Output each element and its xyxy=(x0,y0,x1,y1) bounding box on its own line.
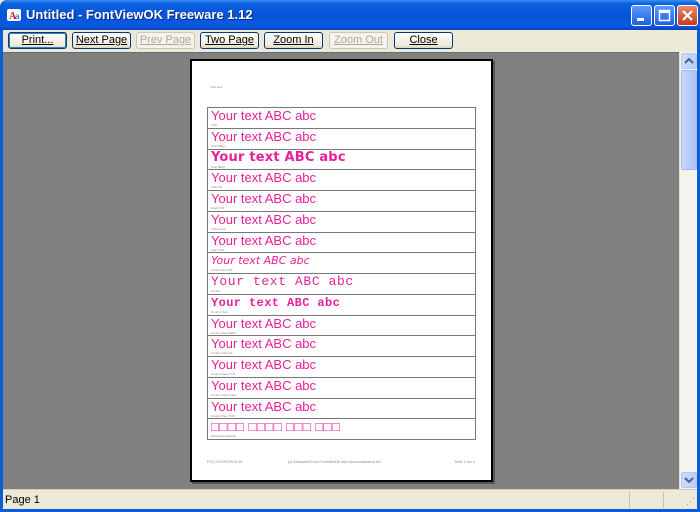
font-sample-text: Your text ABC abc xyxy=(211,398,317,414)
table-row: Your text ABC abc Courier New TUR xyxy=(207,398,476,420)
font-sample-text: Your text ABC abc xyxy=(211,108,317,123)
font-sample-text: Your text ABC abc xyxy=(211,315,317,331)
table-row: Your text ABC abc Arial Black xyxy=(207,149,476,171)
prev-page-button[interactable]: Prev Page xyxy=(136,32,195,49)
table-row: Your text ABC abc Courier New CYR xyxy=(207,357,476,378)
table-row: Your text ABC abc Courier New Baltic xyxy=(207,315,476,337)
minimize-icon xyxy=(637,18,644,21)
font-name-label: Comic Sans MS xyxy=(211,268,233,273)
font-sample-text: Your text ABC abc xyxy=(211,336,317,352)
arrow-down-icon xyxy=(684,477,694,484)
client-area: Print... Next Page Prev Page Two Page Zo… xyxy=(3,30,697,509)
table-row: □□□□ □□□□ □□□ □□□ Estrangelo Edessa xyxy=(207,419,476,440)
maximize-button[interactable] xyxy=(654,5,675,26)
table-row: Your text ABC abc Courier New CE xyxy=(207,336,476,357)
font-name-label: Courier xyxy=(211,289,221,293)
font-name-label: Arial Greek xyxy=(211,226,227,231)
font-sample-text: Your text ABC abc xyxy=(211,357,317,372)
font-name-label: Arial CE xyxy=(211,185,223,190)
minimize-button[interactable] xyxy=(631,5,652,26)
svg-text:a: a xyxy=(15,12,20,21)
font-name-label: Courier New TUR xyxy=(211,413,235,418)
font-name-label: Arial Black xyxy=(211,164,226,169)
scroll-down-button[interactable] xyxy=(681,472,697,488)
page-footer-left: FVO 22/2009 09:31:50 xyxy=(207,460,243,464)
next-page-button[interactable]: Next Page xyxy=(72,32,131,49)
font-name-label: Courier New Greek xyxy=(211,392,237,397)
status-pane xyxy=(629,492,630,508)
close-button[interactable]: Close xyxy=(394,32,453,49)
font-sample-text: Your text ABC abc xyxy=(211,128,317,144)
font-sample-table: Your text ABC abc Arial Your text ABC abc A… xyxy=(207,107,476,440)
maximize-icon xyxy=(658,9,671,22)
title-bar[interactable]: A a Untitled - FontViewOK Freeware 1.12 xyxy=(0,0,700,30)
font-sample-text: Your text ABC abc xyxy=(211,211,317,227)
zoom-out-button[interactable]: Zoom Out xyxy=(329,32,388,49)
status-bar: Page 1 ⋰ xyxy=(3,489,697,509)
font-name-label: Courier New CYR xyxy=(211,372,235,376)
font-sample-text: Your text ABC abc xyxy=(211,377,317,393)
font-sample-text: Your text ABC abc xyxy=(211,149,346,165)
page-footer-mid: (c) SoftwareOK.com FontViewOK http://www… xyxy=(288,460,381,464)
app-window: A a Untitled - FontViewOK Freeware 1.12 … xyxy=(0,0,700,512)
font-sample-text: Your text ABC abc xyxy=(211,170,317,186)
resize-grip-icon[interactable]: ⋰ xyxy=(686,496,695,507)
status-page-label: Page 1 xyxy=(5,494,40,506)
font-sample-text: Your text ABC abc xyxy=(211,295,341,310)
table-row: Your text ABC abc Arial TUR xyxy=(207,232,476,254)
scroll-up-button[interactable] xyxy=(681,53,697,69)
font-name-label: Arial xyxy=(211,123,218,127)
scroll-thumb[interactable] xyxy=(681,70,697,170)
font-name-label: Courier New Baltic xyxy=(211,330,236,335)
table-row: Your text ABC abc Arial CYR xyxy=(207,191,476,212)
close-icon xyxy=(682,10,693,21)
vertical-scrollbar[interactable] xyxy=(679,52,697,489)
font-sample-text: □□□□ □□□□ □□□ □□□ xyxy=(211,419,341,435)
table-row: Your text ABC abc Courier New xyxy=(207,294,476,316)
font-sample-text: Your text ABC abc xyxy=(211,191,317,206)
two-page-button[interactable]: Two Page xyxy=(200,32,259,49)
preview-page: Your text Your text ABC abc Arial Your tex… xyxy=(190,59,493,482)
font-name-label: Estrangelo Edessa xyxy=(211,434,237,439)
table-row: Your text ABC abc Courier New Greek xyxy=(207,377,476,399)
page-header: Your text xyxy=(210,85,222,89)
font-name-label: Arial TUR xyxy=(211,247,224,252)
app-icon[interactable]: A a xyxy=(6,7,22,23)
status-pane xyxy=(663,492,664,508)
zoom-in-button[interactable]: Zoom In xyxy=(264,32,323,49)
print-button[interactable]: Print... xyxy=(8,32,67,49)
close-window-button[interactable] xyxy=(677,5,698,26)
table-row: Your text ABC abc Comic Sans MS xyxy=(207,253,476,274)
font-name-label: Courier New CE xyxy=(211,351,233,356)
font-sample-text: Your text ABC abc xyxy=(211,274,354,289)
preview-toolbar: Print... Next Page Prev Page Two Page Zo… xyxy=(3,30,697,52)
table-row: Your text ABC abc Arial Baltic xyxy=(207,128,476,150)
font-name-label: Arial Baltic xyxy=(211,143,226,148)
font-name-label: Arial CYR xyxy=(211,206,225,210)
print-preview-area[interactable]: Your text Your text ABC abc Arial Your tex… xyxy=(3,52,679,489)
table-row: Your text ABC abc Courier xyxy=(207,274,476,295)
font-name-label: Courier New xyxy=(211,309,228,314)
table-row: Your text ABC abc Arial CE xyxy=(207,170,476,191)
font-sample-text: Your text ABC abc xyxy=(211,232,317,248)
window-title: Untitled - FontViewOK Freeware 1.12 xyxy=(26,7,253,22)
table-row: Your text ABC abc Arial Greek xyxy=(207,211,476,233)
font-sample-text: Your text ABC abc xyxy=(211,254,310,268)
table-row: Your text ABC abc Arial xyxy=(207,108,476,129)
page-footer-right: Seite 1 von 4 xyxy=(454,460,475,464)
arrow-up-icon xyxy=(684,57,694,64)
